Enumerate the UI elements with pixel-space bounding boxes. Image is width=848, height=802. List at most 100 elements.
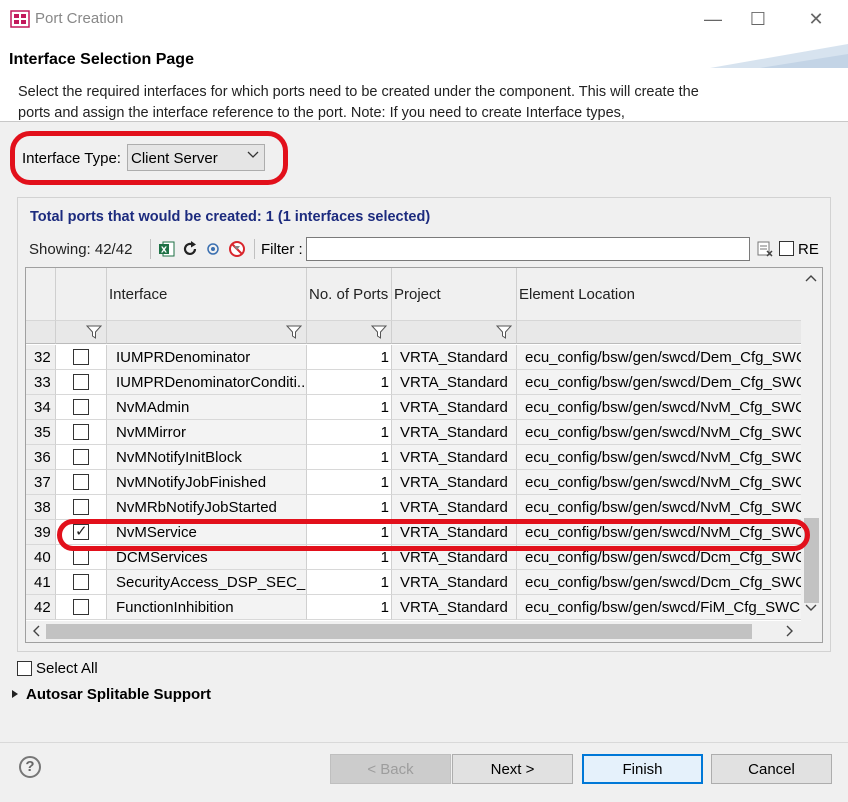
row-checkbox[interactable] bbox=[73, 399, 89, 415]
interface-cell: IUMPRDenominator bbox=[107, 345, 307, 370]
interfaces-table: Interface No. of Ports Project Element L… bbox=[25, 267, 823, 643]
select-cell bbox=[56, 420, 107, 445]
total-ports-summary: Total ports that would be created: 1 (1 … bbox=[30, 209, 431, 225]
project-column-header[interactable]: Project bbox=[392, 268, 517, 320]
project-cell: VRTA_Standard bbox=[392, 445, 517, 470]
app-icon bbox=[10, 10, 30, 28]
refresh-icon[interactable] bbox=[181, 240, 199, 258]
project-cell: VRTA_Standard bbox=[392, 595, 517, 620]
row-checkbox[interactable] bbox=[73, 599, 89, 615]
column-label: Element Location bbox=[519, 286, 635, 303]
table-row[interactable]: 37 NvMNotifyJobFinished 1 VRTA_Standard ecu_… bbox=[26, 470, 802, 495]
ports-cell: 1 bbox=[307, 370, 392, 395]
ports-column-header[interactable]: No. of Ports bbox=[307, 268, 392, 320]
row-checkbox[interactable] bbox=[73, 349, 89, 365]
checkbox-column-header[interactable] bbox=[56, 268, 107, 320]
ports-cell: 1 bbox=[307, 420, 392, 445]
next-button[interactable]: Next > bbox=[452, 754, 573, 784]
project-cell: VRTA_Standard bbox=[392, 395, 517, 420]
close-button[interactable]: ✕ bbox=[793, 0, 839, 38]
select-cell bbox=[56, 495, 107, 520]
location-cell: ecu_config/bsw/gen/swcd/NvM_Cfg_SWC bbox=[517, 445, 802, 470]
re-checkbox[interactable] bbox=[779, 241, 794, 256]
row-checkbox[interactable] bbox=[73, 424, 89, 440]
back-button[interactable]: < Back bbox=[330, 754, 451, 784]
interface-cell: NvMNotifyInitBlock bbox=[107, 445, 307, 470]
filter-funnel-icon[interactable] bbox=[286, 324, 302, 340]
maximize-button[interactable]: ☐ bbox=[735, 0, 781, 38]
row-checkbox[interactable] bbox=[73, 449, 89, 465]
row-checkbox[interactable] bbox=[73, 549, 89, 565]
cancel-button[interactable]: Cancel bbox=[711, 754, 832, 784]
expand-icon[interactable] bbox=[204, 240, 222, 258]
horizontal-scroll-thumb[interactable] bbox=[46, 624, 752, 639]
scroll-left-icon[interactable] bbox=[31, 624, 41, 638]
project-cell: VRTA_Standard bbox=[392, 420, 517, 445]
finish-button[interactable]: Finish bbox=[582, 754, 703, 784]
interface-cell: NvMRbNotifyJobStarted bbox=[107, 495, 307, 520]
location-cell: ecu_config/bsw/gen/swcd/NvM_Cfg_SWC bbox=[517, 470, 802, 495]
project-cell: VRTA_Standard bbox=[392, 495, 517, 520]
interface-cell: NvMAdmin bbox=[107, 395, 307, 420]
row-number: 32 bbox=[26, 345, 56, 370]
row-number: 39 bbox=[26, 520, 56, 545]
row-checkbox[interactable] bbox=[73, 499, 89, 515]
select-cell bbox=[56, 445, 107, 470]
ports-cell: 1 bbox=[307, 570, 392, 595]
page-description: Select the required interfaces for which… bbox=[18, 84, 699, 121]
row-checkbox[interactable] bbox=[73, 474, 89, 490]
interface-cell: SecurityAccess_DSP_SEC_LE... bbox=[107, 570, 307, 595]
excel-export-icon[interactable]: X bbox=[158, 240, 176, 258]
row-number: 38 bbox=[26, 495, 56, 520]
re-label: RE bbox=[798, 241, 819, 258]
autosar-splitable-section[interactable]: Autosar Splitable Support bbox=[26, 686, 211, 703]
table-row[interactable]: 42 FunctionInhibition 1 VRTA_Standard ecu_co… bbox=[26, 595, 802, 620]
filter-cell bbox=[392, 320, 517, 344]
minimize-button[interactable]: — bbox=[690, 0, 736, 38]
column-label: Project bbox=[394, 286, 441, 303]
filter-funnel-icon[interactable] bbox=[86, 324, 102, 340]
table-row[interactable]: 34 NvMAdmin 1 VRTA_Standard ecu_config/bsw/g… bbox=[26, 395, 802, 420]
table-row[interactable]: 38 NvMRbNotifyJobStarted 1 VRTA_Standard ecu… bbox=[26, 495, 802, 520]
row-number: 41 bbox=[26, 570, 56, 595]
project-cell: VRTA_Standard bbox=[392, 345, 517, 370]
header-banner-graphic bbox=[710, 44, 848, 68]
highlight-oval-interface-type bbox=[10, 131, 288, 185]
interface-column-header[interactable]: Interface bbox=[107, 268, 307, 320]
filter-cell bbox=[56, 320, 107, 344]
expand-arrow-icon[interactable] bbox=[11, 689, 19, 699]
location-cell: ecu_config/bsw/gen/swcd/Dcm_Cfg_SWC bbox=[517, 570, 802, 595]
help-icon[interactable]: ? bbox=[19, 756, 41, 778]
select-cell bbox=[56, 570, 107, 595]
table-row[interactable]: 35 NvMMirror 1 VRTA_Standard ecu_config/bsw/… bbox=[26, 420, 802, 445]
row-number: 33 bbox=[26, 370, 56, 395]
toolbar-separator bbox=[150, 239, 151, 259]
filter-cell bbox=[517, 320, 802, 344]
filter-funnel-icon[interactable] bbox=[496, 324, 512, 340]
select-cell bbox=[56, 470, 107, 495]
clear-filter-icon[interactable] bbox=[228, 240, 246, 258]
filter-funnel-icon[interactable] bbox=[371, 324, 387, 340]
row-number: 36 bbox=[26, 445, 56, 470]
table-row[interactable]: 32 IUMPRDenominator 1 VRTA_Standard ecu_conf… bbox=[26, 345, 802, 370]
location-column-header[interactable]: Element Location bbox=[517, 268, 802, 320]
scroll-right-icon[interactable] bbox=[785, 624, 795, 638]
table-row[interactable]: 36 NvMNotifyInitBlock 1 VRTA_Standard ecu_co… bbox=[26, 445, 802, 470]
table-row[interactable]: 33 IUMPRDenominatorConditi... 1 VRTA_Standa… bbox=[26, 370, 802, 395]
ports-cell: 1 bbox=[307, 470, 392, 495]
scroll-down-icon[interactable] bbox=[804, 603, 818, 613]
row-checkbox[interactable] bbox=[73, 574, 89, 590]
select-all-label[interactable]: Select All bbox=[36, 660, 98, 677]
select-all-checkbox[interactable] bbox=[17, 661, 32, 676]
location-cell: ecu_config/bsw/gen/swcd/Dem_Cfg_SWC bbox=[517, 370, 802, 395]
table-row[interactable]: 41 SecurityAccess_DSP_SEC_LE...1VRTA_Stan… bbox=[26, 570, 802, 595]
filter-clear-icon[interactable] bbox=[756, 240, 774, 258]
toolbar-separator bbox=[254, 239, 255, 259]
filter-input[interactable] bbox=[306, 237, 750, 261]
filter-cell bbox=[26, 320, 56, 344]
project-cell: VRTA_Standard bbox=[392, 470, 517, 495]
row-number-header bbox=[26, 268, 56, 320]
row-checkbox[interactable] bbox=[73, 374, 89, 390]
filter-label: Filter : bbox=[261, 241, 303, 258]
scroll-up-icon[interactable] bbox=[804, 273, 818, 283]
